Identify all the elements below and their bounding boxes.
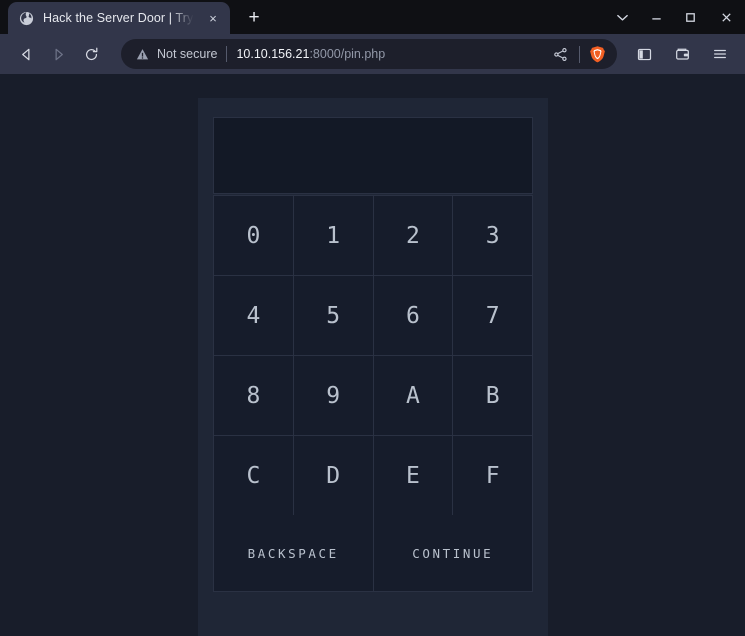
back-arrow-icon[interactable] xyxy=(10,38,42,70)
tab-title: Hack the Server Door | TryHackMe xyxy=(43,11,195,25)
key-4[interactable]: 4 xyxy=(214,276,294,356)
browser-window: Hack the Server Door | TryHackMe × + xyxy=(0,0,745,636)
sidebar-icon[interactable] xyxy=(629,39,659,69)
browser-tab-active[interactable]: Hack the Server Door | TryHackMe × xyxy=(8,2,230,34)
key-c[interactable]: C xyxy=(214,436,294,516)
hamburger-menu-icon[interactable] xyxy=(705,39,735,69)
new-tab-button[interactable]: + xyxy=(240,3,268,31)
window-controls xyxy=(605,0,745,34)
key-d[interactable]: D xyxy=(293,436,374,516)
key-0[interactable]: 0 xyxy=(214,196,294,276)
minimize-icon[interactable] xyxy=(639,0,673,34)
brave-shield-icon[interactable] xyxy=(586,43,608,65)
url-host: 10.10.156.21 xyxy=(236,47,310,61)
key-5[interactable]: 5 xyxy=(293,276,374,356)
globe-icon xyxy=(19,11,34,26)
keypad-grid: 0 1 2 3 4 5 6 7 8 9 A B C D E F xyxy=(213,195,533,516)
address-bar[interactable]: Not secure 10.10.156.21:8000/pin.php xyxy=(121,39,617,69)
page-viewport: 0 1 2 3 4 5 6 7 8 9 A B C D E F BACKSPAC… xyxy=(0,74,745,636)
wallet-icon[interactable] xyxy=(667,39,697,69)
continue-button[interactable]: CONTINUE xyxy=(373,515,533,592)
url-path: :8000/pin.php xyxy=(309,47,386,61)
key-1[interactable]: 1 xyxy=(293,196,374,276)
maximize-icon[interactable] xyxy=(673,0,707,34)
keypad-actions: BACKSPACE CONTINUE xyxy=(213,515,533,592)
key-3[interactable]: 3 xyxy=(453,196,533,276)
key-f[interactable]: F xyxy=(453,436,533,516)
warning-triangle-icon xyxy=(135,47,150,62)
forward-arrow-icon xyxy=(42,38,74,70)
backspace-button[interactable]: BACKSPACE xyxy=(214,515,374,592)
key-a[interactable]: A xyxy=(373,356,454,436)
tab-close-icon[interactable]: × xyxy=(204,9,222,27)
browser-toolbar: Not secure 10.10.156.21:8000/pin.php xyxy=(0,34,745,74)
key-8[interactable]: 8 xyxy=(214,356,294,436)
omnibox-divider-2 xyxy=(579,45,580,63)
key-7[interactable]: 7 xyxy=(453,276,533,356)
share-icon[interactable] xyxy=(547,41,573,67)
close-window-icon[interactable] xyxy=(707,0,745,34)
key-9[interactable]: 9 xyxy=(293,356,374,436)
reload-icon[interactable] xyxy=(75,38,107,70)
omnibox-divider xyxy=(226,46,228,62)
tab-search-icon[interactable] xyxy=(605,0,639,34)
key-6[interactable]: 6 xyxy=(373,276,454,356)
key-2[interactable]: 2 xyxy=(373,196,454,276)
pin-pad-panel: 0 1 2 3 4 5 6 7 8 9 A B C D E F BACKSPAC… xyxy=(198,98,548,636)
key-e[interactable]: E xyxy=(373,436,454,516)
tab-strip: Hack the Server Door | TryHackMe × + xyxy=(0,0,745,34)
key-b[interactable]: B xyxy=(453,356,533,436)
url-text: 10.10.156.21:8000/pin.php xyxy=(236,47,547,61)
pin-display[interactable] xyxy=(213,117,533,194)
security-status-label: Not secure xyxy=(157,47,218,61)
